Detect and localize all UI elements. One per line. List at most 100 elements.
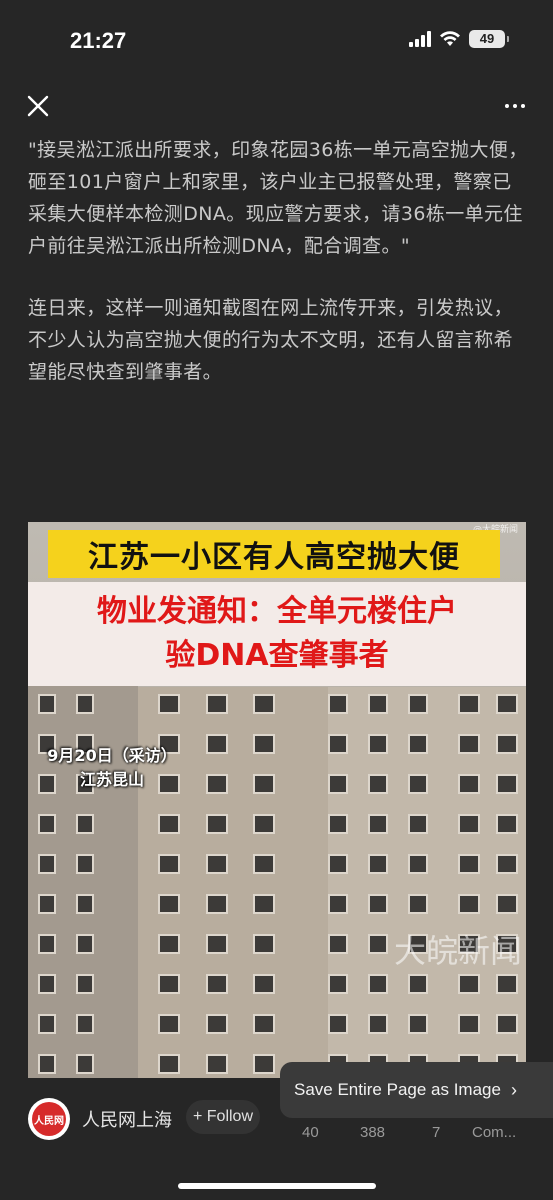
avatar-logo: 人民网	[32, 1102, 66, 1136]
wifi-icon	[440, 31, 460, 46]
save-page-image-button[interactable]: Save Entire Page as Image ›	[280, 1062, 553, 1118]
building-window	[496, 814, 518, 834]
stat-count[interactable]: 40	[302, 1124, 319, 1141]
building-window	[328, 734, 348, 754]
building-window	[76, 854, 94, 874]
building-window	[408, 694, 428, 714]
image-subtitle-line2: 验DNA查肇事者	[165, 638, 389, 673]
building-window	[158, 934, 180, 954]
building-window	[328, 814, 348, 834]
building-window	[206, 894, 228, 914]
building-window	[368, 694, 388, 714]
image-date: 9月20日（采访）	[47, 746, 177, 765]
building-window	[76, 894, 94, 914]
building-window	[38, 694, 56, 714]
building-window	[328, 854, 348, 874]
building-window	[206, 1014, 228, 1034]
building-window	[496, 854, 518, 874]
building-window	[206, 774, 228, 794]
building-window	[368, 1014, 388, 1034]
stat-count[interactable]: 388	[360, 1124, 385, 1141]
building-window	[496, 694, 518, 714]
building-window	[206, 974, 228, 994]
building-window	[206, 934, 228, 954]
building-window	[328, 934, 348, 954]
building-window	[368, 814, 388, 834]
building-window	[76, 1054, 94, 1074]
article-paragraph: 连日来，这样一则通知截图在网上流传开来，引发热议，不少人认为高空抛大便的行为太不…	[28, 297, 514, 383]
building-window	[253, 694, 275, 714]
building-window	[158, 894, 180, 914]
image-watermark: 大皖新闻	[393, 932, 522, 970]
stat-count[interactable]: 7	[432, 1124, 440, 1141]
more-icon	[505, 104, 509, 108]
building-window	[496, 1014, 518, 1034]
image-subtitle: 物业发通知：全单元楼住户 验DNA查肇事者	[28, 582, 526, 686]
building-window	[458, 814, 480, 834]
building-window	[253, 1054, 275, 1074]
signal-icon	[409, 31, 431, 47]
building-window	[253, 854, 275, 874]
image-date-label: 9月20日（采访） 江苏昆山	[32, 744, 192, 792]
building-window	[408, 974, 428, 994]
status-bar: 21:27 49	[0, 0, 553, 80]
building-window	[38, 934, 56, 954]
building-window	[458, 734, 480, 754]
news-image[interactable]: @大皖新闻 江苏一小区有人高空抛大便 物业发通知：全单元楼住户 验DNA查肇事者…	[28, 522, 526, 1078]
building-window	[408, 854, 428, 874]
building-window	[158, 814, 180, 834]
more-options-button[interactable]	[499, 96, 531, 116]
source-name[interactable]: 人民网上海	[82, 1106, 172, 1132]
building-window	[206, 734, 228, 754]
building-window	[253, 974, 275, 994]
building-window	[158, 974, 180, 994]
article-paragraph: "接吴淞江派出所要求，印象花园36栋一单元高空抛大便，砸至101户窗户上和家里，…	[28, 139, 528, 257]
building-window	[368, 894, 388, 914]
building-window	[38, 894, 56, 914]
stat-comments[interactable]: Com...	[472, 1124, 516, 1141]
source-avatar[interactable]: 人民网	[28, 1098, 70, 1140]
building-window	[328, 974, 348, 994]
building-window	[76, 974, 94, 994]
building-window	[496, 894, 518, 914]
building-window	[328, 894, 348, 914]
building-window	[253, 934, 275, 954]
building-window	[38, 974, 56, 994]
building-window	[458, 894, 480, 914]
building-window	[458, 774, 480, 794]
building-window	[458, 1014, 480, 1034]
building-window	[158, 854, 180, 874]
building-window	[158, 694, 180, 714]
building-window	[368, 934, 388, 954]
status-time: 21:27	[70, 28, 127, 53]
building-window	[458, 974, 480, 994]
close-button[interactable]	[22, 90, 54, 122]
building-window	[38, 1014, 56, 1034]
building-window	[38, 854, 56, 874]
building-window	[458, 854, 480, 874]
building-window	[496, 974, 518, 994]
building-window	[253, 814, 275, 834]
building-window	[368, 974, 388, 994]
building-window	[76, 934, 94, 954]
building-window	[206, 694, 228, 714]
building-window	[76, 1014, 94, 1034]
building-window	[38, 1054, 56, 1074]
building-window	[496, 734, 518, 754]
building-window	[496, 774, 518, 794]
building-window	[253, 894, 275, 914]
building-window	[38, 814, 56, 834]
building-window	[158, 1054, 180, 1074]
building-window	[408, 1014, 428, 1034]
article-body: "接吴淞江派出所要求，印象花园36栋一单元高空抛大便，砸至101户窗户上和家里，…	[28, 134, 528, 388]
building-window	[368, 854, 388, 874]
building-window	[328, 774, 348, 794]
image-banner-title: 江苏一小区有人高空抛大便	[48, 530, 500, 578]
status-icons: 49	[409, 30, 509, 48]
follow-button[interactable]: + Follow	[186, 1100, 260, 1134]
building-window	[458, 694, 480, 714]
building-window	[328, 1014, 348, 1034]
image-location: 江苏昆山	[79, 770, 144, 789]
home-indicator[interactable]	[178, 1183, 376, 1189]
battery-icon: 49	[469, 30, 509, 48]
